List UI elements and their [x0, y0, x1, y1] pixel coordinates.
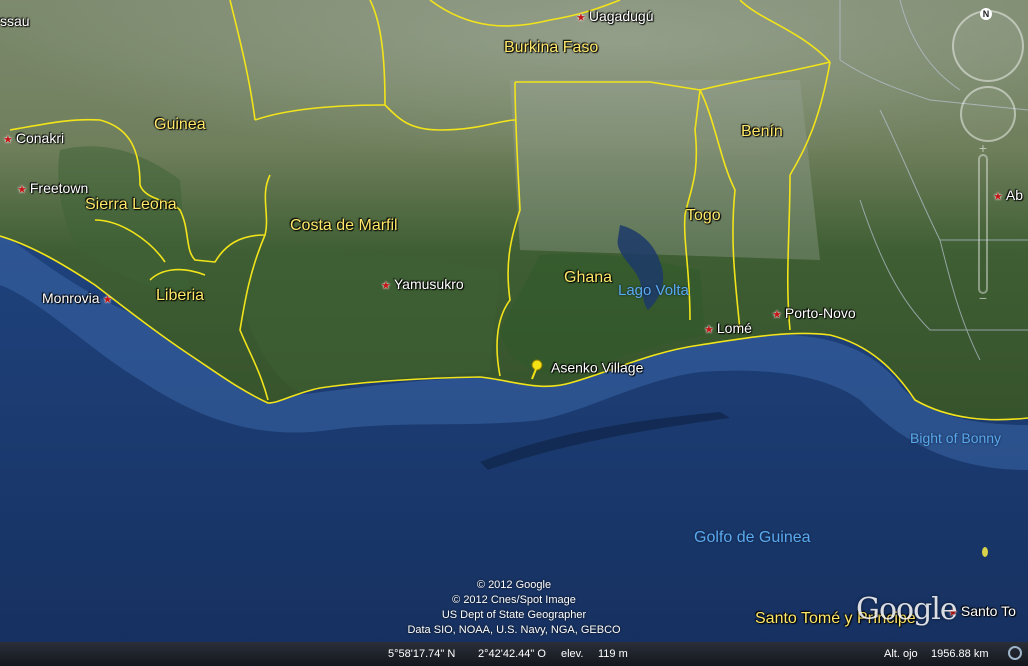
water-label-bight-of-bonny: Bight of Bonny [910, 430, 1002, 446]
capital-star-icon: ★ [772, 309, 782, 321]
water-label-golfo-de-guinea: Golfo de Guinea [694, 529, 811, 546]
city-conakri[interactable]: ★ Conakri [3, 131, 64, 146]
navigation-controls[interactable]: N + − [944, 4, 1028, 306]
country-label-liberia: Liberia [156, 287, 205, 304]
latitude-readout: 5°58'17.74" N [388, 648, 456, 660]
satellite-map[interactable]: Burkina Faso Guinea Benín Sierra Leona C… [0, 0, 1028, 666]
city-bissau-partial[interactable]: ssau [0, 14, 30, 28]
streaming-status-icon [1008, 646, 1022, 660]
city-uagadugu[interactable]: ★ Uagadugú [576, 9, 654, 24]
compass-ring[interactable] [952, 10, 1024, 82]
capital-star-icon: ★ [102, 294, 113, 306]
capital-star-icon: ★ [381, 280, 391, 292]
city-lome[interactable]: ★ Lomé [704, 321, 752, 336]
city-porto-novo[interactable]: ★ Porto-Novo [772, 306, 856, 321]
placemark-asenko-village[interactable]: Asenko Village [527, 358, 643, 380]
elevation-label: elev. [561, 648, 584, 660]
longitude-readout: 2°42'42.44" O [478, 648, 546, 660]
capital-star-icon: ★ [17, 184, 27, 196]
country-label-benin: Benín [741, 123, 783, 140]
country-label-ghana: Ghana [564, 269, 613, 286]
country-label-sierra-leona: Sierra Leona [85, 196, 177, 213]
country-label-burkina-faso: Burkina Faso [504, 39, 599, 56]
status-bar: 5°58'17.74" N 2°42'42.44" O elev. 119 m … [0, 642, 1028, 666]
look-joystick[interactable] [960, 86, 1016, 142]
credit-line: © 2012 Google [476, 579, 552, 591]
city-freetown[interactable]: ★ Freetown [17, 181, 88, 196]
country-label-togo: Togo [686, 207, 721, 224]
map-imagery [0, 0, 1028, 666]
zoom-slider[interactable] [978, 154, 988, 294]
water-label-lago-volta: Lago Volta [618, 282, 689, 299]
eye-altitude-value: 1956.88 km [931, 648, 989, 660]
elevation-value: 119 m [598, 648, 628, 660]
eye-altitude-label: Alt. ojo [884, 648, 918, 660]
capital-star-icon: ★ [3, 134, 13, 146]
zoom-out-icon[interactable]: − [975, 290, 991, 306]
north-indicator[interactable]: N [980, 8, 992, 20]
country-label-costa-de-marfil: Costa de Marfil [290, 217, 398, 234]
island-marker [982, 547, 988, 557]
capital-star-icon: ★ [576, 12, 586, 24]
city-monrovia[interactable]: Monrovia ★ [42, 291, 112, 306]
country-label-guinea: Guinea [154, 116, 206, 133]
capital-star-icon: ★ [704, 324, 714, 336]
google-logo: Google [856, 592, 958, 627]
city-yamusukro[interactable]: ★ Yamusukro [381, 277, 464, 292]
pushpin-icon [531, 359, 543, 380]
